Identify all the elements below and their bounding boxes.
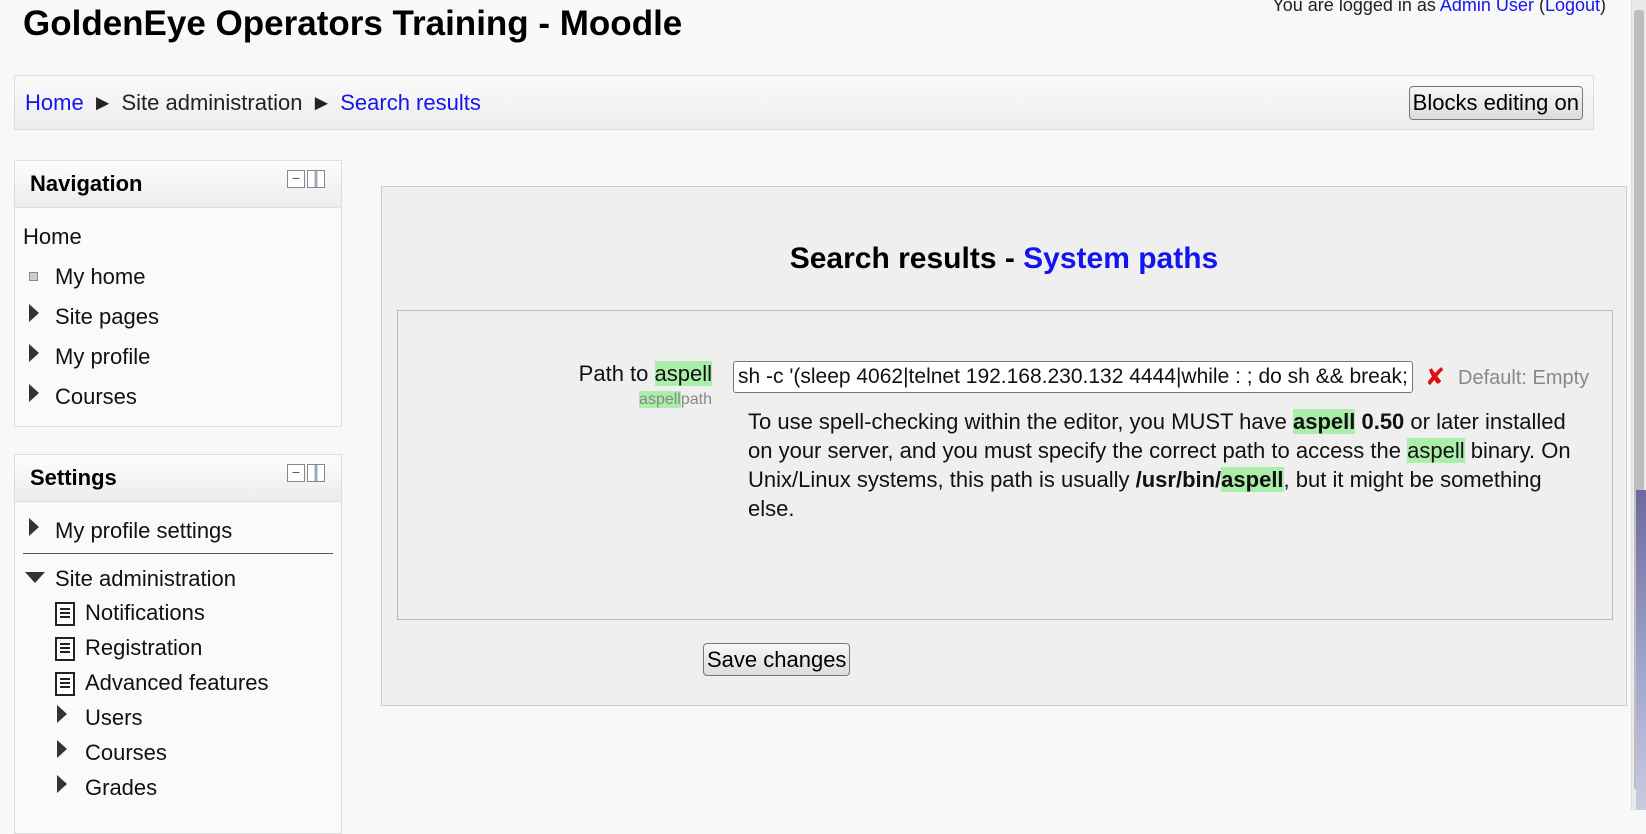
field-description: To use spell-checking within the editor,… (748, 409, 1571, 521)
navbar: Home ► Site administration ► Search results … (14, 75, 1594, 130)
breadcrumb-site-admin: Site administration (121, 90, 303, 115)
expand-arrow-icon[interactable] (57, 740, 67, 758)
collapse-icon[interactable]: − (287, 170, 305, 188)
settings-page-icon (55, 602, 75, 626)
settings-block-header: Settings − (15, 455, 341, 502)
expand-arrow-icon[interactable] (57, 705, 67, 723)
settings-title: Settings (30, 465, 117, 490)
divider (23, 553, 333, 554)
dock-icon[interactable] (307, 170, 325, 188)
settings-courses[interactable]: Courses (85, 740, 167, 766)
settings-site-admin[interactable]: Site administration (55, 566, 236, 592)
field-label: Path to aspell (578, 361, 712, 386)
settings-my-profile[interactable]: My profile settings (55, 518, 232, 544)
nav-site-pages[interactable]: Site pages (55, 304, 159, 330)
login-info: You are logged in as Admin User (Logout) (1272, 0, 1606, 16)
nav-my-home[interactable]: My home (55, 264, 145, 290)
cross-icon: ✘ (1425, 364, 1446, 391)
blocks-editing-button[interactable]: Blocks editing on (1408, 86, 1583, 120)
default-value: Default: Empty (1458, 367, 1590, 389)
block-controls: − (287, 170, 325, 188)
settings-grades[interactable]: Grades (85, 775, 157, 801)
expand-arrow-icon[interactable] (29, 304, 39, 322)
system-paths-link[interactable]: System paths (1023, 242, 1218, 275)
expand-arrow-icon[interactable] (29, 344, 39, 362)
site-title: GoldenEye Operators Training - Moodle (23, 4, 683, 43)
navigation-title: Navigation (30, 171, 143, 196)
expand-arrow-icon[interactable] (57, 775, 67, 793)
field-setting-name: aspellpath (639, 391, 712, 408)
bullet-icon (29, 272, 38, 281)
settings-registration[interactable]: Registration (85, 635, 202, 661)
settings-users[interactable]: Users (85, 705, 142, 731)
settings-fieldset: Path to aspell aspellpath ✘ Default: Emp… (397, 310, 1613, 620)
save-changes-button[interactable]: Save changes (703, 643, 851, 676)
expand-arrow-icon[interactable] (29, 384, 39, 402)
aspell-path-input[interactable] (733, 361, 1413, 393)
breadcrumb-separator: ► (91, 90, 114, 115)
settings-block: Settings − My profile settings Site admi… (14, 454, 342, 834)
expand-arrow-icon[interactable] (29, 518, 39, 536)
settings-notifications[interactable]: Notifications (85, 600, 205, 626)
breadcrumb-search-results[interactable]: Search results (340, 90, 481, 115)
settings-advanced-features[interactable]: Advanced features (85, 670, 268, 696)
breadcrumb: Home ► Site administration ► Search results (25, 90, 481, 116)
search-results-panel: Search results - System paths Path to as… (381, 186, 1627, 706)
collapse-arrow-icon[interactable] (25, 572, 45, 583)
logout-link[interactable]: Logout (1545, 0, 1600, 15)
dock-icon[interactable] (307, 464, 325, 482)
breadcrumb-home[interactable]: Home (25, 90, 84, 115)
background-strip (1636, 490, 1646, 810)
block-controls: − (287, 464, 325, 482)
collapse-icon[interactable]: − (287, 464, 305, 482)
user-link[interactable]: Admin User (1440, 0, 1534, 15)
breadcrumb-separator: ► (310, 90, 333, 115)
navigation-block-header: Navigation − (15, 161, 341, 208)
settings-page-icon (55, 637, 75, 661)
navigation-block: Navigation − Home My home Site pages My … (14, 160, 342, 427)
settings-page-icon (55, 672, 75, 696)
page-title: Search results - System paths (789, 242, 1219, 275)
nav-home[interactable]: Home (23, 224, 82, 250)
nav-courses[interactable]: Courses (55, 384, 137, 410)
nav-my-profile[interactable]: My profile (55, 344, 150, 370)
